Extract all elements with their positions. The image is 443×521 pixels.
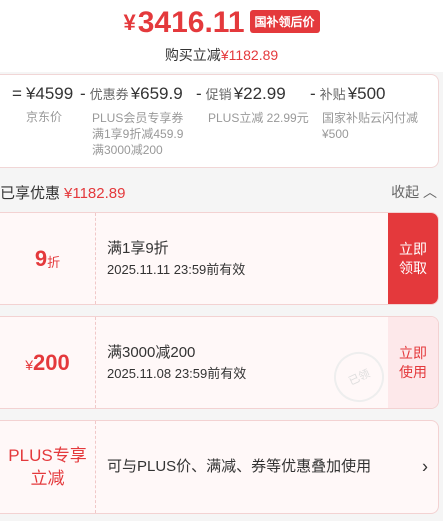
plus-info: 可与PLUS价、满减、券等优惠叠加使用 — [107, 421, 371, 513]
price-tag-badge: 国补领后价 — [249, 10, 320, 33]
breakdown-label: 优惠券 — [89, 87, 129, 102]
savings-amount: ¥1182.89 — [64, 185, 126, 202]
coupon-info: 满1享9折 2025.11.11 23:59前有效 — [107, 213, 245, 304]
operator: = — [12, 84, 22, 103]
price-header: ¥ 3416.11 国补领后价 购买立减¥1182.89 — [0, 0, 443, 72]
breakdown-amount: ¥500 — [347, 84, 386, 103]
coupon-info: 满3000减200 2025.11.08 23:59前有效 — [107, 317, 246, 408]
breakdown-note: 国家补贴云闪付减 ¥500 — [322, 111, 419, 141]
breakdown-label: 补贴 — [319, 87, 346, 102]
instant-discount-label: 购买立减 — [164, 47, 221, 63]
coupon-discount-unit: 折 — [47, 255, 61, 270]
instant-discount-amount: ¥1182.89 — [220, 47, 279, 63]
savings-summary: 已享优惠 ¥1182.89 — [0, 182, 125, 203]
coupon-card: ¥200 满3000减200 2025.11.08 23:59前有效 已领 立即… — [0, 316, 439, 409]
final-price: ¥ 3416.11 国补领后价 — [0, 6, 443, 40]
collapse-label: 收起 — [391, 184, 420, 200]
coupon-expiry: 2025.11.08 23:59前有效 — [107, 365, 247, 381]
chevron-right-icon[interactable]: › — [422, 457, 428, 478]
savings-label: 已享优惠 — [0, 185, 61, 202]
use-coupon-label: 立即 使用 — [399, 344, 427, 380]
breakdown-item-coupon: - 优惠券 ¥659.9 PLUS会员专享券 满1享9折减459.9 满3000减2… — [80, 83, 183, 158]
operator: - — [310, 84, 316, 103]
coupon-title: 满3000减200 — [107, 343, 196, 361]
coupon-discount-value: 9 — [34, 245, 48, 271]
operator: - — [196, 84, 202, 103]
savings-row: 已享优惠 ¥1182.89 收起 ︿ — [0, 178, 443, 202]
coupon-card: 9折 满1享9折 2025.11.11 23:59前有效 立即 领取 — [0, 212, 439, 305]
breakdown-item-jd-price: = ¥4599 京东价 — [12, 83, 73, 125]
coupon-currency: ¥ — [25, 356, 34, 373]
coupon-title: 满1享9折 — [107, 239, 169, 257]
breakdown-amount: ¥22.99 — [233, 84, 286, 103]
coupon-discount: 9折 — [0, 213, 96, 304]
collapse-button[interactable]: 收起 ︿ — [391, 182, 437, 202]
currency-symbol: ¥ — [123, 10, 136, 35]
breakdown-note: PLUS立减 22.99元 — [208, 111, 309, 125]
plus-label-text: PLUS专享 立减 — [8, 446, 87, 488]
use-coupon-button[interactable]: 立即 使用 — [388, 317, 438, 408]
plus-label: PLUS专享 立减 — [0, 421, 96, 513]
breakdown-item-promo: - 促销 ¥22.99 PLUS立减 22.99元 — [196, 83, 309, 126]
claimed-stamp: 已领 — [325, 343, 393, 408]
breakdown-amount: ¥659.9 — [130, 84, 183, 103]
final-price-value: 3416.11 — [137, 6, 245, 39]
breakdown-item-subsidy: - 补贴 ¥500 国家补贴云闪付减 ¥500 — [310, 83, 418, 142]
operator: - — [80, 84, 86, 103]
coupon-expiry: 2025.11.11 23:59前有效 — [107, 261, 246, 277]
claim-coupon-button[interactable]: 立即 领取 — [388, 213, 438, 304]
chevron-up-icon: ︿ — [423, 184, 437, 200]
instant-discount: 购买立减¥1182.89 — [0, 45, 443, 65]
breakdown-note: PLUS会员专享券 满1享9折减459.9 满3000减200 — [92, 111, 184, 157]
breakdown-label: 促销 — [205, 87, 232, 102]
coupon-discount: ¥200 — [0, 317, 96, 408]
plus-description: 可与PLUS价、满减、券等优惠叠加使用 — [107, 458, 372, 475]
breakdown-amount: ¥4599 — [25, 84, 74, 103]
claimed-stamp-label: 已领 — [346, 367, 372, 388]
breakdown-note: 京东价 — [26, 110, 63, 124]
price-breakdown: = ¥4599 京东价 - 优惠券 ¥659.9 PLUS会员专享券 满1享9折减45… — [0, 74, 439, 168]
plus-discount-card[interactable]: PLUS专享 立减 可与PLUS价、满减、券等优惠叠加使用 › — [0, 420, 439, 514]
coupon-discount-value: 200 — [33, 349, 70, 375]
claim-coupon-label: 立即 领取 — [399, 240, 427, 276]
